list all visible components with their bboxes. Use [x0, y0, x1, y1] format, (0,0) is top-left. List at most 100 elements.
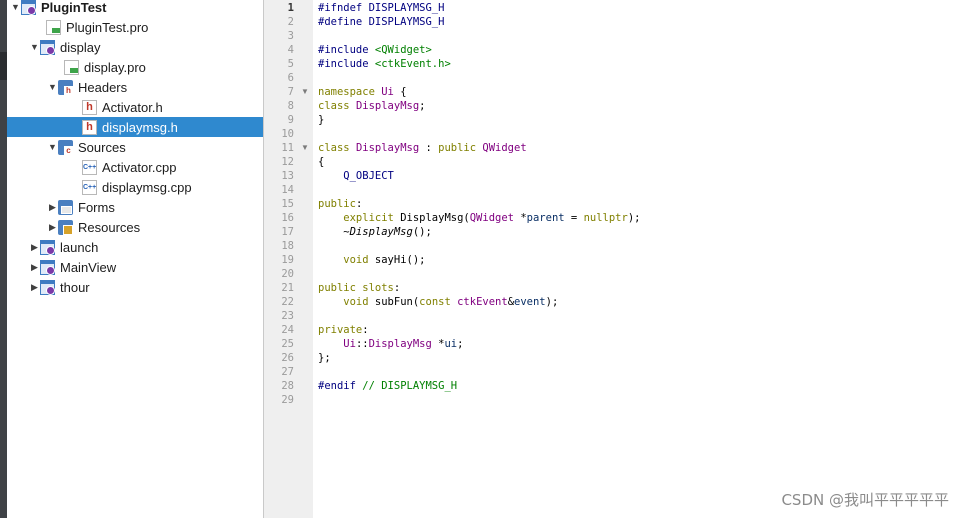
code-token: <ctkEvent.h>: [374, 58, 451, 70]
code-token: #include: [318, 44, 375, 56]
tree-item-displaymsg-cpp[interactable]: C++ displaymsg.cpp: [7, 177, 263, 197]
code-token: QWidget: [469, 212, 514, 224]
expand-arrow-icon[interactable]: ▼: [29, 37, 40, 57]
tree-item-launch[interactable]: ▶ launch: [7, 237, 263, 257]
fold-marker-icon[interactable]: ▼: [301, 85, 309, 99]
code-token: QWidget: [482, 142, 527, 154]
line-number: 24: [281, 324, 294, 336]
pro-file-icon: [46, 19, 61, 35]
line-number: 7: [287, 86, 294, 98]
tree-item-activator-h[interactable]: h Activator.h: [7, 97, 263, 117]
tree-item-forms[interactable]: ▶ Forms: [7, 197, 263, 217]
code-token: Ui: [381, 86, 394, 98]
tree-item-display[interactable]: ▼ display: [7, 37, 263, 57]
tree-item-thour[interactable]: ▶ thour: [7, 277, 263, 297]
line-number: 21: [281, 282, 294, 294]
code-line: };: [318, 351, 331, 365]
expand-arrow-icon[interactable]: ▶: [29, 237, 40, 257]
code-token: public: [438, 142, 483, 154]
code-line: }: [318, 113, 324, 127]
expand-arrow-icon[interactable]: ▶: [29, 257, 40, 277]
code-token: #ifndef DISPLAYMSG_H: [318, 2, 445, 14]
code-line: #ifndef DISPLAYMSG_H: [318, 1, 444, 15]
code-editor[interactable]: ▼ ▼ 1 2 3 4 5 6 7 8 9 10 11 12 13 14 15 16 17 18 19 20 21 22 2…: [264, 0, 963, 518]
line-number: 11: [281, 142, 294, 154]
line-number: 1: [287, 2, 294, 14]
left-mode-bar: [0, 0, 7, 518]
expand-arrow-icon[interactable]: ▼: [10, 0, 21, 17]
line-number: 8: [287, 100, 294, 112]
tree-item-label: displaymsg.cpp: [102, 179, 192, 195]
line-number: 17: [281, 226, 294, 238]
line-number: 4: [287, 44, 294, 56]
code-token: ;: [457, 338, 464, 350]
code-token: DisplayMsg(: [400, 212, 470, 224]
qt-project-icon: [40, 39, 55, 55]
code-line: void subFun(const ctkEvent&event);: [318, 295, 558, 309]
line-number: 12: [281, 156, 294, 168]
line-number: 18: [281, 240, 294, 252]
tree-item-activator-cpp[interactable]: C++ Activator.cpp: [7, 157, 263, 177]
watermark: CSDN @我叫平平平平平: [781, 491, 949, 509]
tree-item-label: PluginTest.pro: [66, 19, 149, 35]
code-token: DisplayMsg: [355, 142, 420, 154]
line-number: 2: [287, 16, 294, 28]
tree-item-label: launch: [60, 239, 99, 255]
code-token: :: [355, 198, 363, 210]
tree-item-label: thour: [60, 279, 90, 295]
code-line: #endif // DISPLAYMSG_H: [318, 379, 457, 393]
headers-folder-icon: [58, 79, 73, 95]
qt-project-icon: [40, 279, 55, 295]
code-token: namespace: [318, 86, 382, 98]
tree-item-plugintest[interactable]: ▼ PluginTest: [7, 0, 263, 17]
code-token: nullptr: [583, 212, 628, 224]
code-token: {: [393, 86, 407, 98]
code-token: #define DISPLAYMSG_H: [318, 16, 445, 28]
line-number: 19: [281, 254, 294, 266]
code-line: public slots:: [318, 281, 400, 295]
fold-marker-icon[interactable]: ▼: [301, 141, 309, 155]
cpp-file-icon: C++: [82, 159, 97, 175]
tree-item-label: Resources: [78, 219, 141, 235]
code-token: ;: [419, 100, 426, 112]
tree-item-plugintest-pro[interactable]: PluginTest.pro: [7, 17, 263, 37]
code-line: #include <QWidget>: [318, 43, 432, 57]
code-token: class: [318, 142, 356, 154]
code-line: #include <ctkEvent.h>: [318, 57, 451, 71]
tree-item-label: Sources: [78, 139, 126, 155]
tree-item-displaymsg-h[interactable]: h displaymsg.h: [7, 117, 263, 137]
code-token: // DISPLAYMSG_H: [362, 380, 458, 392]
tree-item-mainview[interactable]: ▶ MainView: [7, 257, 263, 277]
expand-arrow-icon[interactable]: ▶: [47, 197, 58, 217]
code-token: );: [545, 296, 559, 308]
project-tree: ▼ PluginTest PluginTest.pro ▼ display di…: [7, 0, 264, 518]
code-token: subFun(: [374, 296, 420, 308]
tree-item-label: Forms: [78, 199, 115, 215]
line-number: 29: [281, 394, 294, 406]
expand-arrow-icon[interactable]: ▶: [29, 277, 40, 297]
qt-project-icon: [40, 259, 55, 275]
code-token: }: [318, 114, 325, 126]
code-token: public: [318, 198, 356, 210]
tree-item-headers[interactable]: ▼ Headers: [7, 77, 263, 97]
code-line: namespace Ui {: [318, 85, 407, 99]
tree-item-display-pro[interactable]: display.pro: [7, 57, 263, 77]
line-number: 16: [281, 212, 294, 224]
expand-arrow-icon[interactable]: ▶: [47, 217, 58, 237]
resources-folder-icon: [58, 219, 73, 235]
mode-bar-notch: [0, 52, 7, 80]
tree-item-label: MainView: [60, 259, 117, 275]
expand-arrow-icon[interactable]: ▼: [47, 77, 58, 97]
code-token: =: [564, 212, 584, 224]
tree-item-label: displaymsg.h: [102, 119, 178, 135]
code-token: :: [419, 142, 439, 154]
line-number-gutter: ▼ ▼ 1 2 3 4 5 6 7 8 9 10 11 12 13 14 15 16 17 18 19 20 21 22 2…: [264, 0, 313, 518]
code-token: :: [362, 324, 369, 336]
tree-item-resources[interactable]: ▶ Resources: [7, 217, 263, 237]
code-token: event: [514, 296, 546, 308]
qt-project-icon: [21, 0, 36, 15]
code-token: );: [627, 212, 641, 224]
expand-arrow-icon[interactable]: ▼: [47, 137, 58, 157]
line-number: 28: [281, 380, 294, 392]
tree-item-sources[interactable]: ▼ Sources: [7, 137, 263, 157]
